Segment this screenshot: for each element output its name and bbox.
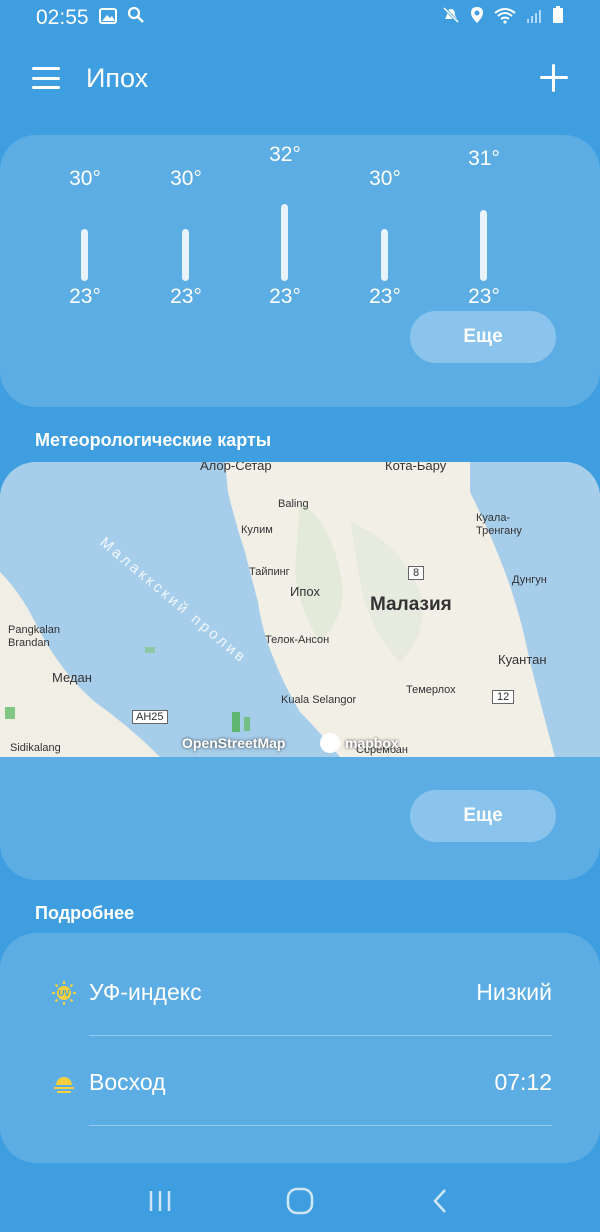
forecast-high: 31°	[468, 147, 500, 170]
forecast-low: 23°	[468, 285, 500, 308]
detail-value: 07:12	[494, 1069, 552, 1095]
maps-section-title: Метеорологические карты	[35, 430, 272, 450]
temperature-range-bar	[381, 229, 388, 281]
forecast-high: 30°	[170, 167, 202, 190]
road-marker: AH25	[132, 710, 168, 724]
openstreetmap-attribution[interactable]: OpenStreetMap	[182, 735, 285, 751]
map-label: Алор-Сетар	[200, 462, 272, 473]
battery-icon	[552, 6, 564, 30]
map-label: Дунгун	[512, 574, 547, 586]
map-label: Kuala Selangor	[281, 694, 357, 706]
weather-map[interactable]: Алор-Сетар Кота-Бару Baling Кулим Куала-…	[0, 462, 600, 757]
map-label: Baling	[278, 498, 309, 510]
map-label: Ипох	[290, 584, 320, 599]
forecast-day: 30° 23°	[355, 167, 415, 317]
detail-label: УФ-индекс	[89, 979, 202, 1005]
map-label: Кулим	[241, 524, 273, 536]
road-marker: 12	[492, 690, 515, 704]
forecast-high: 32°	[269, 143, 301, 166]
detail-row-uv[interactable]: UV УФ-индекс Низкий	[0, 953, 600, 1033]
status-bar: 02:55	[0, 0, 600, 36]
maps-more-button[interactable]: Еще	[410, 790, 556, 842]
detail-label: Восход	[89, 1069, 166, 1095]
map-label: Куантан	[498, 652, 547, 667]
forecast-day: 30° 23°	[55, 167, 115, 317]
system-nav-bar	[0, 1170, 600, 1232]
map-label: Медан	[52, 670, 92, 685]
map-label: Тайпинг	[249, 566, 290, 578]
uv-icon: UV	[52, 981, 76, 1005]
forecast-day: 31° 23°	[454, 147, 514, 317]
details-card: UV УФ-индекс Низкий Восход 07:12	[0, 933, 600, 1163]
mapbox-attribution[interactable]: mapbox	[345, 735, 399, 751]
forecast-day: 32° 23°	[255, 143, 315, 317]
back-icon[interactable]	[420, 1181, 460, 1221]
signal-icon	[526, 6, 542, 30]
divider	[89, 1125, 552, 1126]
page-title: Ипох	[86, 62, 149, 93]
svg-text:UV: UV	[58, 989, 70, 998]
divider	[89, 1035, 552, 1036]
forecast-low: 23°	[69, 285, 101, 308]
temperature-range-bar	[81, 229, 88, 281]
map-label: Малазия	[370, 594, 452, 615]
gallery-icon	[98, 6, 117, 30]
home-icon[interactable]	[280, 1181, 320, 1221]
status-time: 02:55	[36, 6, 89, 29]
map-label: Темерлох	[406, 684, 456, 696]
location-icon	[470, 6, 484, 30]
detail-value: Низкий	[476, 979, 552, 1005]
forecast-day: 30° 23°	[156, 167, 216, 317]
details-section-title: Подробнее	[35, 903, 135, 923]
detail-row-sunrise[interactable]: Восход 07:12	[0, 1043, 600, 1123]
menu-icon[interactable]	[32, 67, 60, 89]
forecast-high: 30°	[369, 167, 401, 190]
daily-forecast-card: 30° 23° 30° 23° 32° 23° 30° 23° 31° 23° …	[0, 135, 600, 407]
map-label: Куала-Тренгану	[476, 512, 522, 537]
add-location-icon[interactable]	[540, 64, 568, 92]
wifi-icon	[494, 6, 516, 30]
forecast-low: 23°	[269, 285, 301, 308]
recent-apps-icon[interactable]	[140, 1181, 180, 1221]
forecast-more-button[interactable]: Еще	[410, 311, 556, 363]
weather-map-card: Алор-Сетар Кота-Бару Baling Кулим Куала-…	[0, 462, 600, 880]
temperature-range-bar	[281, 204, 288, 281]
map-label: Pangkalan Brandan	[8, 624, 60, 649]
temperature-range-bar	[182, 229, 189, 281]
app-bar: Ипох	[0, 52, 600, 104]
map-label: Sidikalang	[10, 742, 61, 754]
map-label: Кота-Бару	[385, 462, 447, 473]
sunrise-icon	[54, 1077, 74, 1093]
mute-icon	[442, 6, 460, 30]
search-icon	[127, 6, 145, 30]
map-label: Телок-Ансон	[265, 634, 330, 646]
forecast-low: 23°	[369, 285, 401, 308]
forecast-low: 23°	[170, 285, 202, 308]
temperature-range-bar	[480, 210, 487, 281]
mapbox-logo-icon	[320, 733, 340, 753]
road-marker: 8	[408, 566, 425, 580]
forecast-high: 30°	[69, 167, 101, 190]
